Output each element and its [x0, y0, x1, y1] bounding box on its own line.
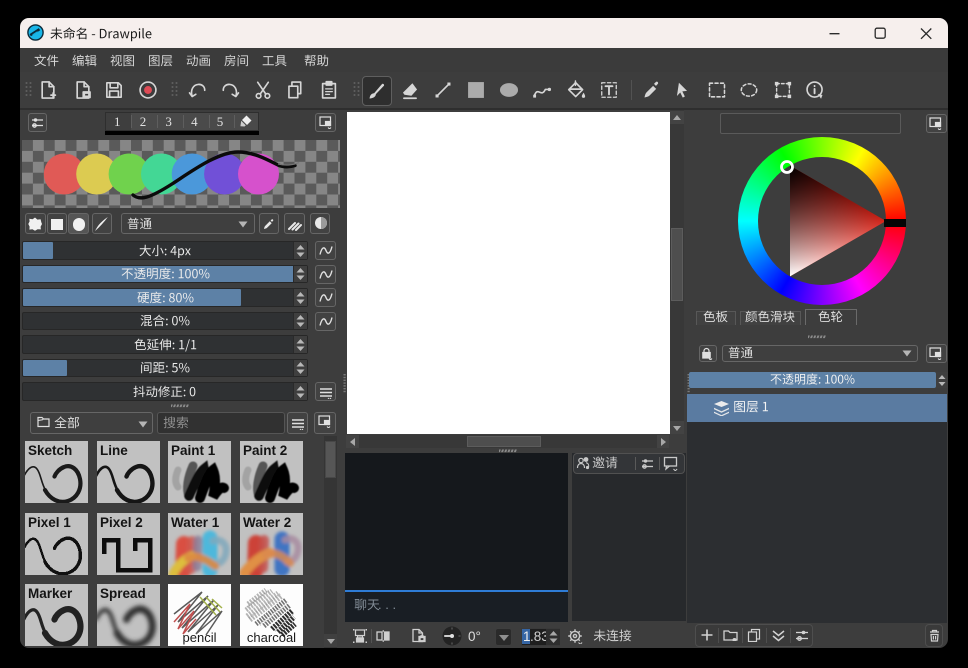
svg-text:pencil: pencil	[183, 630, 217, 645]
svg-text:Pixel 1: Pixel 1	[28, 515, 71, 530]
svg-text:Water 1: Water 1	[171, 515, 220, 530]
svg-text:Paint 1: Paint 1	[171, 443, 216, 458]
svg-text:Water 2: Water 2	[243, 515, 291, 530]
svg-text:Sketch: Sketch	[28, 443, 72, 458]
svg-text:Pixel 2: Pixel 2	[100, 515, 143, 530]
svg-text:Marker: Marker	[28, 586, 73, 601]
svg-text:charcoal: charcoal	[246, 630, 295, 645]
svg-text:Spread: Spread	[100, 586, 146, 601]
svg-text:Paint 2: Paint 2	[243, 443, 287, 458]
svg-text:Line: Line	[100, 443, 128, 458]
